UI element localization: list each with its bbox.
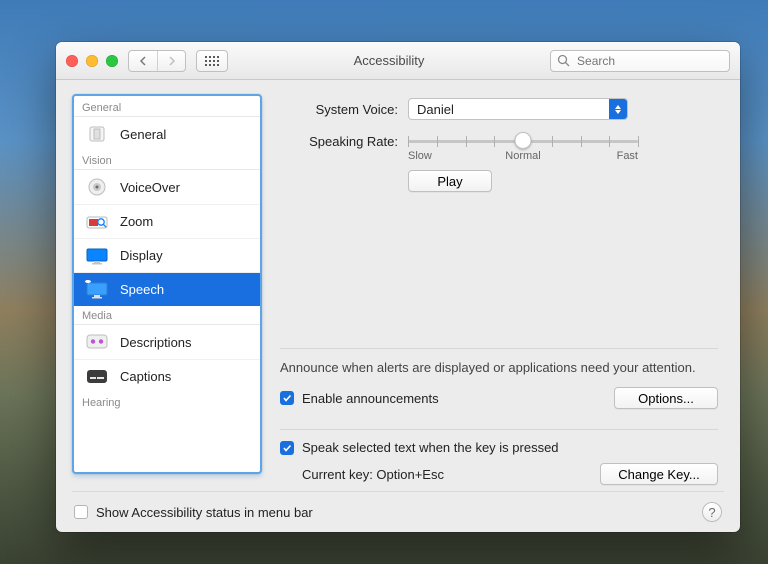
- sidebar-item-label: VoiceOver: [120, 180, 180, 195]
- sidebar-group-general: General: [74, 98, 260, 117]
- grid-icon: [205, 56, 219, 66]
- rate-fast-label: Fast: [617, 150, 638, 162]
- show-all-button[interactable]: [196, 50, 228, 72]
- sidebar-item-general[interactable]: General: [74, 117, 260, 151]
- close-button[interactable]: [66, 55, 78, 67]
- sidebar-item-label: Display: [120, 248, 163, 263]
- play-button[interactable]: Play: [408, 170, 492, 192]
- show-status-checkbox[interactable]: [74, 505, 88, 519]
- system-voice-label: System Voice:: [280, 102, 398, 117]
- forward-button[interactable]: [157, 51, 185, 71]
- category-sidebar: General General Vision VoiceOver: [72, 94, 262, 474]
- speak-selected-row: Speak selected text when the key is pres…: [280, 440, 718, 455]
- speak-selected-label: Speak selected text when the key is pres…: [302, 440, 559, 455]
- system-voice-row: System Voice: Daniel: [280, 98, 718, 120]
- zoom-window-button[interactable]: [106, 55, 118, 67]
- search-field-container: [550, 50, 730, 72]
- play-row: Play: [408, 170, 718, 192]
- desktop-background: Accessibility General General: [0, 0, 768, 564]
- slider-knob[interactable]: [515, 132, 532, 149]
- window-title: Accessibility: [354, 53, 425, 68]
- sidebar-item-zoom[interactable]: Zoom: [74, 204, 260, 238]
- sidebar-item-label: Speech: [120, 282, 164, 297]
- search-icon: [557, 54, 570, 67]
- checkmark-icon: [282, 393, 292, 403]
- main-split: General General Vision VoiceOver: [72, 94, 724, 491]
- change-key-button[interactable]: Change Key...: [600, 463, 718, 485]
- system-voice-select[interactable]: Daniel: [408, 98, 628, 120]
- speaking-rate-slider[interactable]: [408, 130, 638, 152]
- window-body: General General Vision VoiceOver: [56, 80, 740, 532]
- sidebar-item-display[interactable]: Display: [74, 238, 260, 272]
- speech-icon: [84, 279, 110, 301]
- checkmark-icon: [282, 443, 292, 453]
- slider-tick-labels: Slow Normal Fast: [408, 150, 638, 162]
- current-key-row: Current key: Option+Esc Change Key...: [302, 463, 718, 485]
- divider: [280, 348, 718, 349]
- voiceover-icon: [84, 176, 110, 198]
- help-button[interactable]: ?: [702, 502, 722, 522]
- rate-slow-label: Slow: [408, 150, 432, 162]
- nav-back-forward: [128, 50, 186, 72]
- sidebar-item-speech[interactable]: Speech: [74, 272, 260, 306]
- enable-announcements-row: Enable announcements Options...: [280, 387, 718, 409]
- speaking-rate-row: Speaking Rate:: [280, 130, 718, 152]
- back-button[interactable]: [129, 51, 157, 71]
- sidebar-item-captions[interactable]: Captions: [74, 359, 260, 393]
- captions-icon: [84, 366, 110, 388]
- rate-normal-label: Normal: [505, 150, 540, 162]
- sidebar-item-voiceover[interactable]: VoiceOver: [74, 170, 260, 204]
- speech-panel: System Voice: Daniel Speaking Rate:: [280, 94, 724, 491]
- divider: [280, 429, 718, 430]
- sidebar-group-media: Media: [74, 306, 260, 325]
- window-footer: Show Accessibility status in menu bar ?: [72, 491, 724, 522]
- enable-announcements-checkbox[interactable]: [280, 391, 294, 405]
- minimize-button[interactable]: [86, 55, 98, 67]
- announcements-options-button[interactable]: Options...: [614, 387, 718, 409]
- search-input[interactable]: [550, 50, 730, 72]
- window-titlebar: Accessibility: [56, 42, 740, 80]
- sidebar-group-vision: Vision: [74, 151, 260, 170]
- speak-selected-checkbox[interactable]: [280, 441, 294, 455]
- traffic-lights: [66, 55, 118, 67]
- enable-announcements-label: Enable announcements: [302, 391, 439, 406]
- sidebar-group-hearing: Hearing: [74, 393, 260, 411]
- general-icon: [84, 123, 110, 145]
- select-stepper-icon: [609, 99, 627, 119]
- sidebar-item-label: Captions: [120, 369, 171, 384]
- descriptions-icon: [84, 331, 110, 353]
- system-voice-value: Daniel: [417, 102, 454, 117]
- speaking-rate-label: Speaking Rate:: [280, 134, 398, 149]
- help-icon: ?: [708, 505, 715, 520]
- sidebar-item-descriptions[interactable]: Descriptions: [74, 325, 260, 359]
- sidebar-item-label: Descriptions: [120, 335, 192, 350]
- sidebar-item-label: General: [120, 127, 166, 142]
- current-key-label: Current key: Option+Esc: [302, 467, 444, 482]
- announce-note: Announce when alerts are displayed or ap…: [280, 359, 718, 377]
- chevron-right-icon: [167, 56, 176, 66]
- display-icon: [84, 245, 110, 267]
- zoom-icon: [84, 211, 110, 233]
- sidebar-item-label: Zoom: [120, 214, 153, 229]
- show-status-label: Show Accessibility status in menu bar: [96, 505, 313, 520]
- chevron-left-icon: [139, 56, 148, 66]
- accessibility-window: Accessibility General General: [56, 42, 740, 532]
